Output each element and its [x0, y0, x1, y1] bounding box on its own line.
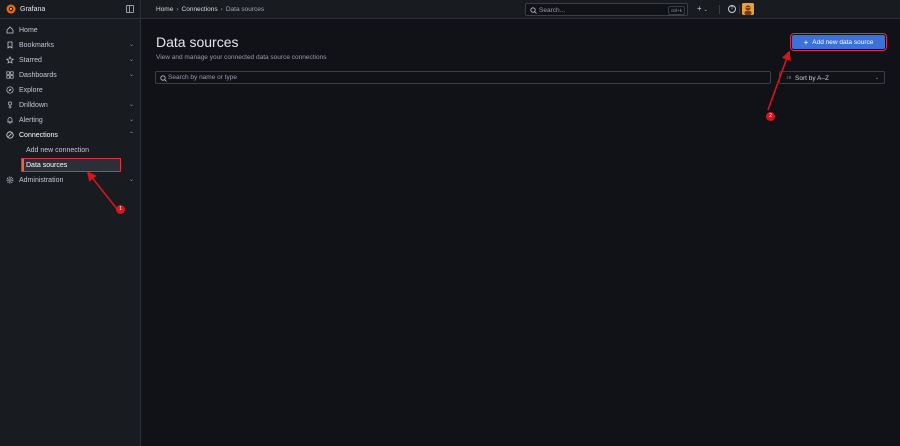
sidebar-item-starred[interactable]: Starred ⌄ [0, 53, 141, 67]
chevron-down-icon[interactable]: ⌄ [129, 41, 134, 48]
data-source-search[interactable] [155, 71, 771, 84]
data-source-search-input[interactable] [168, 72, 758, 83]
plus-icon: + [803, 37, 809, 47]
sidebar-item-explore[interactable]: Explore [0, 83, 141, 97]
chevron-down-icon: ⌄ [874, 75, 879, 81]
sidebar-item-label: Bookmarks [19, 41, 55, 49]
sidebar-item-label: Starred [19, 56, 42, 64]
chevron-down-icon[interactable]: ⌄ [129, 71, 134, 78]
global-search-placeholder: Search... [539, 6, 566, 14]
sort-icon: ↕≡ [786, 75, 792, 81]
sidebar-item-label: Administration [19, 176, 64, 184]
sidebar-item-label: Explore [19, 86, 43, 94]
breadcrumb-home[interactable]: Home [156, 6, 173, 13]
chevron-down-icon: ⌄ [703, 7, 708, 13]
app-title: Grafana [20, 5, 46, 13]
global-search-input[interactable]: Search... ctrl+k [525, 3, 688, 16]
cog-icon [6, 176, 14, 184]
compass-icon [6, 86, 14, 94]
sidebar-subitem-label: Data sources [26, 161, 68, 169]
sidebar-item-dashboards[interactable]: Dashboards ⌄ [0, 68, 141, 82]
sidebar-item-bookmarks[interactable]: Bookmarks ⌄ [0, 38, 141, 52]
new-menu-button[interactable]: + ⌄ [697, 4, 708, 13]
sidebar-header: Grafana [0, 0, 141, 19]
help-icon[interactable]: ? [728, 5, 736, 13]
top-bar: Home › Connections › Data sources [141, 0, 900, 19]
plus-icon: + [697, 4, 702, 13]
sidebar-item-label: Connections [19, 131, 58, 139]
user-avatar[interactable] [742, 3, 754, 15]
sidebar-item-drilldown[interactable]: Drilldown ⌄ [0, 98, 141, 112]
divider [719, 5, 720, 14]
search-icon [160, 75, 167, 84]
grafana-logo-icon[interactable] [6, 4, 16, 14]
breadcrumb-separator: › [220, 6, 223, 13]
dock-menu-icon[interactable] [126, 5, 134, 13]
breadcrumb: Home › Connections › Data sources [156, 6, 264, 13]
bookmark-icon [6, 41, 14, 49]
drilldown-icon [6, 101, 14, 109]
chevron-down-icon[interactable]: ⌄ [129, 176, 134, 183]
sidebar-item-label: Alerting [19, 116, 43, 124]
home-icon [6, 26, 14, 34]
page-subtitle: View and manage your connected data sour… [156, 54, 327, 61]
annotation-badge-1: 1 [116, 205, 125, 214]
sidebar-item-alerting[interactable]: Alerting ⌄ [0, 113, 141, 127]
annotation-badge-2: 2 [766, 112, 775, 121]
sidebar-nav: Home Bookmarks ⌄ Starred ⌄ Dashboards ⌄ … [0, 19, 141, 446]
page-title: Data sources [156, 34, 239, 50]
dashboards-grid-icon [6, 71, 14, 79]
breadcrumb-current: Data sources [225, 6, 265, 13]
divider [739, 5, 740, 14]
breadcrumb-connections[interactable]: Connections [182, 6, 218, 13]
connections-icon [6, 131, 14, 139]
sidebar-item-administration[interactable]: Administration ⌄ [0, 173, 141, 187]
star-icon [6, 56, 14, 64]
sidebar-subitem-add-new-connection[interactable]: Add new connection [22, 144, 120, 156]
chevron-up-icon[interactable]: ⌃ [129, 131, 134, 138]
sort-select[interactable]: ↕≡ Sort by A–Z ⌄ [779, 71, 885, 84]
search-shortcut-hint: ctrl+k [668, 6, 685, 15]
sidebar-item-label: Home [19, 26, 38, 34]
sort-select-value: Sort by A–Z [795, 74, 829, 82]
sidebar-item-connections[interactable]: Connections ⌃ [0, 128, 141, 142]
sidebar-subitem-label: Add new connection [26, 146, 90, 154]
bell-icon [6, 116, 14, 124]
search-icon [530, 7, 537, 16]
sidebar-item-home[interactable]: Home [0, 23, 141, 37]
breadcrumb-separator: › [176, 6, 179, 13]
add-new-data-source-label: Add new data source [812, 38, 874, 46]
sidebar-subitem-data-sources[interactable]: Data sources [21, 158, 121, 172]
sidebar-item-label: Drilldown [19, 101, 48, 109]
chevron-down-icon[interactable]: ⌄ [129, 56, 134, 63]
chevron-down-icon[interactable]: ⌄ [129, 101, 134, 108]
chevron-down-icon[interactable]: ⌄ [129, 116, 134, 123]
sidebar-item-label: Dashboards [19, 71, 57, 79]
add-new-data-source-button[interactable]: + Add new data source [790, 33, 887, 51]
